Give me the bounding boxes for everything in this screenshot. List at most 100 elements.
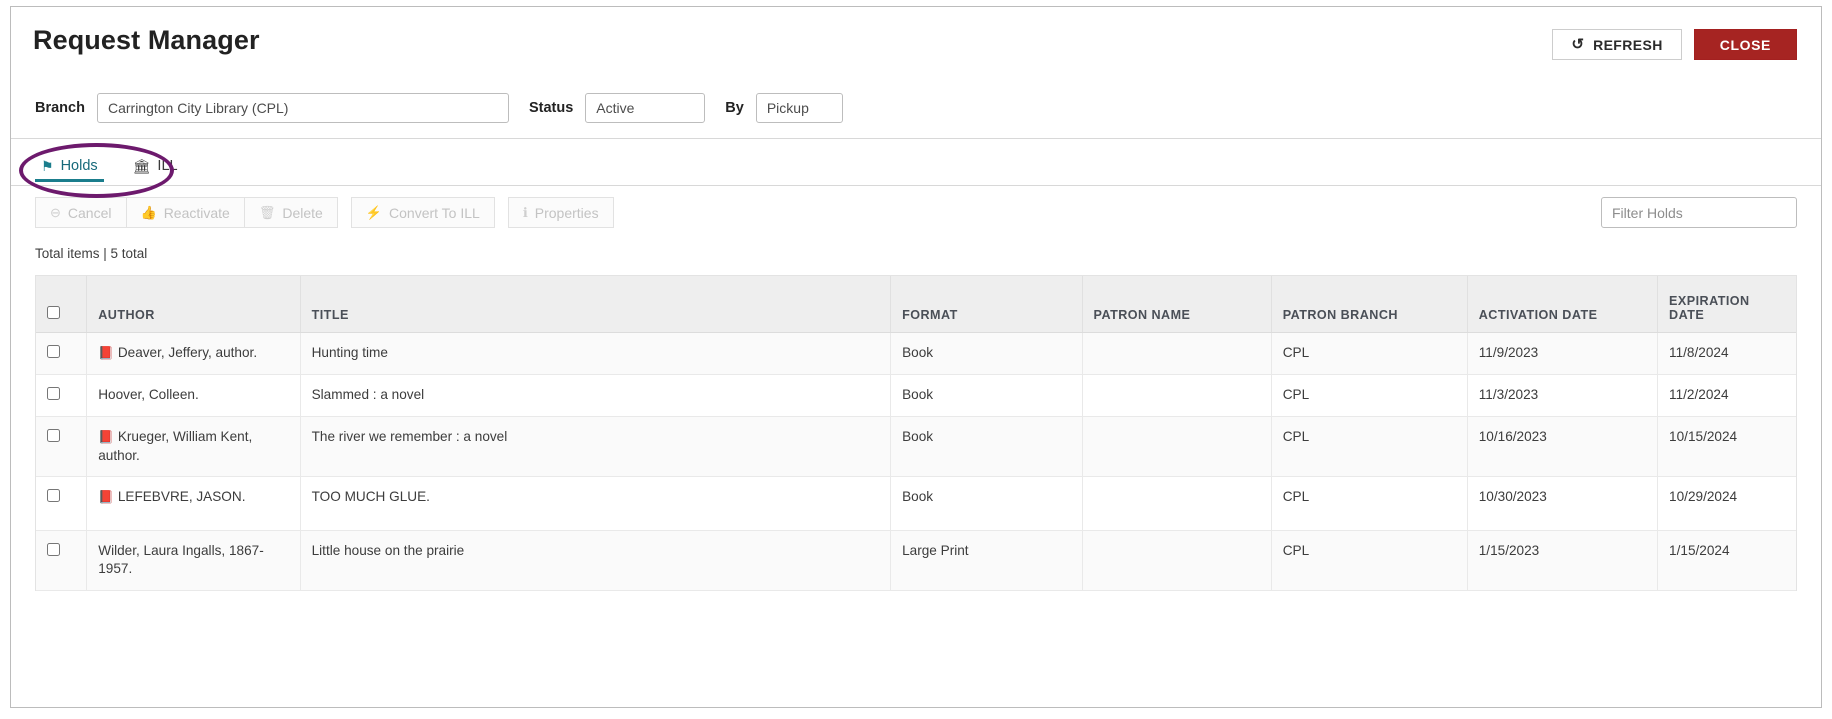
cell-activation-date: 11/9/2023 xyxy=(1467,332,1659,375)
cell-patron-branch: CPL xyxy=(1271,332,1468,375)
row-select-cell xyxy=(36,530,88,591)
cell-author: Wilder, Laura Ingalls, 1867-1957. xyxy=(86,530,301,591)
header-actions: ↻ REFRESH CLOSE xyxy=(1552,29,1797,60)
cell-title: TOO MUCH GLUE. xyxy=(300,476,892,531)
cell-patron-name xyxy=(1082,530,1272,591)
delete-button[interactable]: 🗑 Delete xyxy=(244,197,338,228)
reactivate-button[interactable]: 👍 Reactivate xyxy=(126,197,245,228)
filter-bar: Branch Carrington City Library (CPL) Sta… xyxy=(11,77,1821,139)
window-header: Request Manager ↻ REFRESH CLOSE xyxy=(11,7,1821,77)
branch-select[interactable]: Carrington City Library (CPL) xyxy=(96,92,509,123)
action-toolbar: ⊖ Cancel 👍 Reactivate 🗑 Delete ⚡ Convert… xyxy=(11,186,1821,242)
close-button-label: CLOSE xyxy=(1719,36,1771,53)
by-select[interactable]: Pickup xyxy=(755,92,843,123)
properties-button-label: Properties xyxy=(534,204,599,221)
author-text: LEFEBVRE, JASON. xyxy=(117,488,246,504)
cell-title: Little house on the prairie xyxy=(300,530,892,591)
cell-author: 📕 Krueger, William Kent, author. xyxy=(86,416,301,477)
trash-icon: 🗑 xyxy=(258,205,276,220)
cancel-button-label: Cancel xyxy=(67,204,112,221)
column-header-format[interactable]: FORMAT xyxy=(890,276,1083,333)
holds-table-container: AUTHOR TITLE FORMAT PATRON NAME PATRON B… xyxy=(35,275,1797,591)
author-text: Krueger, William Kent, author. xyxy=(98,429,253,463)
refresh-button-label: REFRESH xyxy=(1593,36,1663,53)
row-select-cell xyxy=(36,374,88,418)
book-icon: 📕 xyxy=(98,430,114,445)
cell-activation-date: 10/16/2023 xyxy=(1467,416,1659,477)
cell-activation-date: 10/30/2023 xyxy=(1467,476,1659,531)
refresh-icon: ↻ xyxy=(1571,36,1585,53)
cell-expiration-date: 10/15/2024 xyxy=(1657,416,1796,477)
select-all-header xyxy=(36,276,88,333)
cancel-button[interactable]: ⊖ Cancel xyxy=(35,197,127,228)
cell-expiration-date: 11/8/2024 xyxy=(1657,332,1796,375)
flag-icon: ⚑ xyxy=(41,158,54,174)
table-row[interactable]: Hoover, Colleen. Slammed : a novel Book … xyxy=(36,374,1796,418)
table-header: AUTHOR TITLE FORMAT PATRON NAME PATRON B… xyxy=(36,276,1796,333)
branch-select-wrap: Carrington City Library (CPL) xyxy=(96,92,509,123)
column-header-activation-date[interactable]: ACTIVATION DATE xyxy=(1467,276,1659,333)
table-row[interactable]: Wilder, Laura Ingalls, 1867-1957. Little… xyxy=(36,530,1796,591)
branch-label: Branch xyxy=(35,99,85,116)
cell-activation-date: 11/3/2023 xyxy=(1467,374,1659,418)
book-icon: 📕 xyxy=(98,489,114,504)
refresh-button[interactable]: ↻ REFRESH xyxy=(1552,29,1682,60)
cell-activation-date: 1/15/2023 xyxy=(1467,530,1659,591)
row-checkbox[interactable] xyxy=(47,542,60,556)
cell-format: Book xyxy=(890,332,1083,375)
properties-button[interactable]: ℹ Properties xyxy=(507,197,614,228)
close-button[interactable]: CLOSE xyxy=(1693,29,1797,60)
cell-patron-name xyxy=(1082,416,1272,477)
lightning-bolt-icon: ⚡ xyxy=(365,205,383,220)
cell-format: Large Print xyxy=(890,530,1083,591)
cell-patron-branch: CPL xyxy=(1271,374,1468,418)
filter-holds-input[interactable] xyxy=(1601,197,1797,228)
cell-author: 📕 Deaver, Jeffery, author. xyxy=(86,332,301,375)
column-header-title[interactable]: TITLE xyxy=(300,276,892,333)
cell-patron-name xyxy=(1082,476,1272,531)
holds-table: AUTHOR TITLE FORMAT PATRON NAME PATRON B… xyxy=(36,276,1796,591)
select-all-checkbox[interactable] xyxy=(47,305,60,319)
record-action-group: ⊖ Cancel 👍 Reactivate 🗑 Delete xyxy=(35,197,338,228)
row-checkbox[interactable] xyxy=(47,344,60,358)
reactivate-button-label: Reactivate xyxy=(163,204,230,221)
tab-holds[interactable]: ⚑ Holds xyxy=(35,158,104,185)
convert-to-ill-button[interactable]: ⚡ Convert To ILL xyxy=(350,197,495,228)
status-label: Status xyxy=(528,99,574,116)
cell-author: Hoover, Colleen. xyxy=(86,374,301,418)
table-row[interactable]: 📕 LEFEBVRE, JASON. TOO MUCH GLUE. Book CP… xyxy=(36,476,1796,531)
cell-patron-branch: CPL xyxy=(1271,530,1468,591)
row-select-cell xyxy=(36,476,88,531)
row-select-cell xyxy=(36,416,88,477)
column-header-author[interactable]: AUTHOR xyxy=(86,276,301,333)
cell-title: The river we remember : a novel xyxy=(300,416,892,477)
tab-strip: ⚑ Holds 🏛 ILL xyxy=(11,139,1821,198)
row-checkbox[interactable] xyxy=(47,488,60,502)
table-header-row: AUTHOR TITLE FORMAT PATRON NAME PATRON B… xyxy=(36,276,1796,333)
cell-format: Book xyxy=(890,374,1083,418)
tab-holds-label: Holds xyxy=(60,158,98,174)
status-select[interactable]: Active xyxy=(585,92,706,123)
convert-to-ill-button-label: Convert To ILL xyxy=(389,204,480,221)
cell-expiration-date: 1/15/2024 xyxy=(1657,530,1796,591)
book-icon: 📕 xyxy=(98,345,114,360)
table-row[interactable]: 📕 Deaver, Jeffery, author. Hunting time B… xyxy=(36,332,1796,375)
thumbs-up-icon: 👍 xyxy=(140,205,157,220)
column-header-patron-branch[interactable]: PATRON BRANCH xyxy=(1271,276,1468,333)
row-select-cell xyxy=(36,332,88,375)
status-select-wrap: Active xyxy=(585,92,706,123)
row-checkbox[interactable] xyxy=(47,429,60,443)
page-title: Request Manager xyxy=(33,25,260,55)
table-row[interactable]: 📕 Krueger, William Kent, author. The rive… xyxy=(36,416,1796,477)
cell-expiration-date: 10/29/2024 xyxy=(1657,476,1796,531)
request-manager-window: Request Manager ↻ REFRESH CLOSE Branch C… xyxy=(10,6,1822,708)
column-header-patron-name[interactable]: PATRON NAME xyxy=(1082,276,1272,333)
by-label: By xyxy=(725,99,744,116)
cell-patron-name xyxy=(1082,374,1272,418)
tab-ill[interactable]: 🏛 ILL xyxy=(127,158,184,185)
column-header-expiration-date[interactable]: EXPIRATION DATE xyxy=(1657,276,1796,333)
author-text: Deaver, Jeffery, author. xyxy=(117,344,258,360)
cell-author: 📕 LEFEBVRE, JASON. xyxy=(86,476,301,531)
row-checkbox[interactable] xyxy=(47,386,60,400)
cell-patron-branch: CPL xyxy=(1271,476,1468,531)
